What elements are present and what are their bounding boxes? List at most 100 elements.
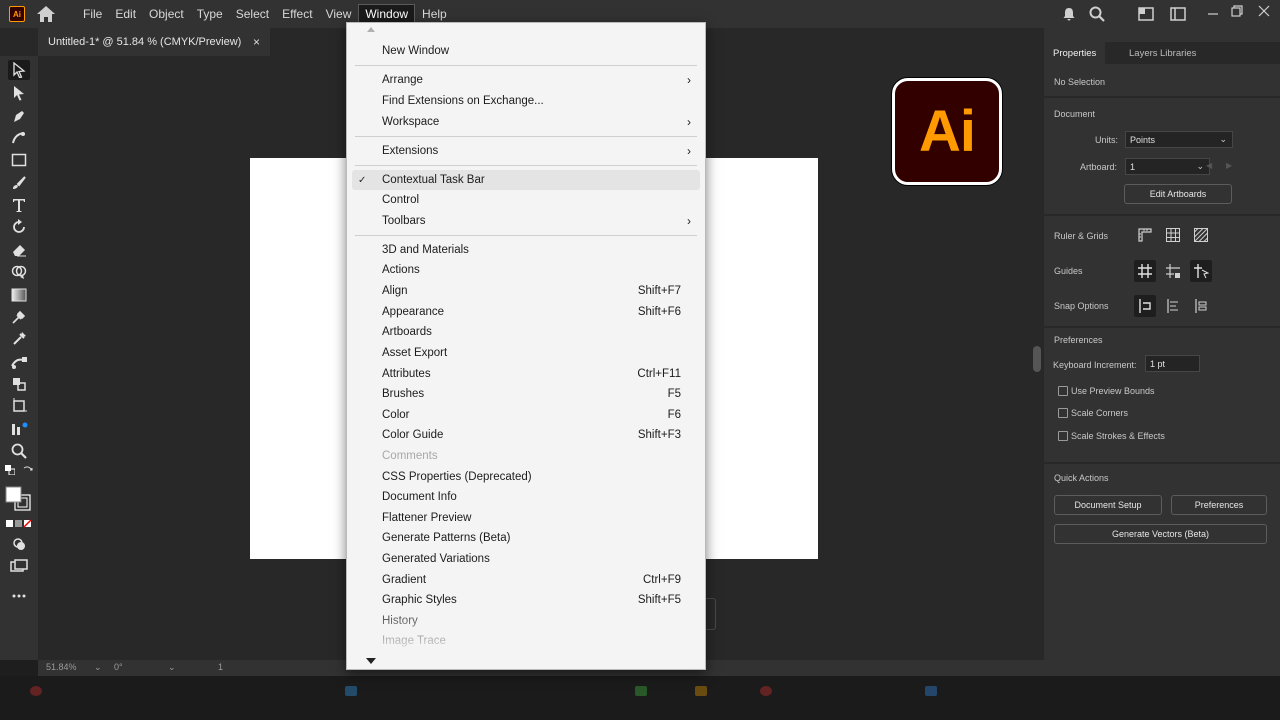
preferences-button[interactable]: Preferences bbox=[1171, 495, 1267, 515]
taskbar-app-icon[interactable] bbox=[345, 686, 357, 696]
menu-help[interactable]: Help bbox=[416, 5, 453, 23]
menu-effect[interactable]: Effect bbox=[276, 5, 318, 23]
smart-guides-icon[interactable] bbox=[1190, 260, 1212, 282]
search-icon[interactable] bbox=[1089, 6, 1105, 22]
units-dropdown[interactable]: Points ⌄ bbox=[1125, 131, 1233, 148]
menu-item-control[interactable]: Control bbox=[347, 190, 705, 210]
zoom-level[interactable]: 51.84% bbox=[46, 662, 77, 672]
menu-item-artboards[interactable]: Artboards bbox=[347, 322, 705, 342]
mesh-tool-icon[interactable] bbox=[8, 307, 30, 327]
scroll-down-icon[interactable] bbox=[366, 658, 376, 664]
curvature-tool-icon[interactable] bbox=[8, 128, 30, 148]
menu-item-generate-patterns-beta[interactable]: Generate Patterns (Beta) bbox=[347, 528, 705, 548]
tab-libraries[interactable]: Libraries bbox=[1151, 42, 1205, 64]
menu-item-arrange[interactable]: Arrange › bbox=[347, 70, 705, 90]
taskbar-app-icon[interactable] bbox=[695, 686, 707, 696]
direct-selection-tool-icon[interactable] bbox=[8, 83, 30, 103]
column-graph-tool-icon[interactable] bbox=[8, 419, 30, 439]
taskbar-app-icon[interactable] bbox=[635, 686, 647, 696]
rulers-icon[interactable] bbox=[1134, 224, 1156, 246]
arrange-documents-icon[interactable] bbox=[1138, 6, 1154, 22]
swap-colors-icon[interactable] bbox=[22, 464, 34, 476]
scale-strokes-checkbox[interactable] bbox=[1058, 431, 1068, 441]
menu-item-new-window[interactable]: New Window bbox=[347, 41, 705, 61]
lock-guides-icon[interactable] bbox=[1162, 260, 1184, 282]
document-tab[interactable]: Untitled-1* @ 51.84 % (CMYK/Preview) × bbox=[38, 28, 270, 56]
taskbar-app-icon[interactable] bbox=[925, 686, 937, 696]
menu-item-attributes[interactable]: Attributes Ctrl+F11 bbox=[347, 364, 705, 384]
snap-to-glyph-icon[interactable] bbox=[1162, 295, 1184, 317]
keyboard-increment-input[interactable]: 1 pt bbox=[1145, 355, 1200, 372]
paintbrush-tool-icon[interactable] bbox=[8, 173, 30, 193]
menu-item-brushes[interactable]: Brushes F5 bbox=[347, 384, 705, 404]
eyedropper-tool-icon[interactable] bbox=[8, 329, 30, 349]
snap-to-pixel-icon[interactable] bbox=[1190, 295, 1212, 317]
menu-item-css-properties-deprecated[interactable]: CSS Properties (Deprecated) bbox=[347, 467, 705, 487]
workspace-switcher-icon[interactable] bbox=[1170, 6, 1186, 22]
menu-item-color-guide[interactable]: Color Guide Shift+F3 bbox=[347, 425, 705, 445]
menu-item-flattener-preview[interactable]: Flattener Preview bbox=[347, 508, 705, 528]
scrollbar-thumb[interactable] bbox=[1033, 346, 1041, 372]
grid-icon[interactable] bbox=[1162, 224, 1184, 246]
symbol-sprayer-tool-icon[interactable] bbox=[8, 374, 30, 394]
close-tab-icon[interactable]: × bbox=[253, 35, 260, 49]
menu-item-asset-export[interactable]: Asset Export bbox=[347, 343, 705, 363]
menu-item-find-extensions-on-exchange[interactable]: Find Extensions on Exchange... bbox=[347, 91, 705, 111]
chevron-down-icon[interactable]: ⌄ bbox=[168, 662, 176, 673]
menu-item-appearance[interactable]: Appearance Shift+F6 bbox=[347, 302, 705, 322]
chevron-down-icon[interactable]: ⌄ bbox=[94, 662, 102, 673]
menu-select[interactable]: Select bbox=[230, 5, 275, 23]
previous-artboard-icon[interactable]: ◀ bbox=[1206, 161, 1212, 170]
pen-tool-icon[interactable] bbox=[8, 106, 30, 126]
color-mode-buttons[interactable] bbox=[5, 518, 33, 530]
menu-item-color[interactable]: Color F6 bbox=[347, 405, 705, 425]
rotate-tool-icon[interactable] bbox=[8, 217, 30, 237]
selection-tool-icon[interactable] bbox=[8, 60, 30, 80]
eraser-tool-icon[interactable] bbox=[8, 240, 30, 260]
artboard-dropdown[interactable]: 1 ⌄ bbox=[1125, 158, 1210, 175]
generate-vectors-button[interactable]: Generate Vectors (Beta) bbox=[1054, 524, 1267, 544]
default-colors-icon[interactable] bbox=[4, 464, 16, 476]
use-preview-bounds-checkbox[interactable] bbox=[1058, 386, 1068, 396]
document-setup-button[interactable]: Document Setup bbox=[1054, 495, 1162, 515]
transparency-grid-icon[interactable] bbox=[1190, 224, 1212, 246]
menu-item-contextual-task-bar[interactable]: ✓ Contextual Task Bar bbox=[352, 170, 700, 190]
show-guides-icon[interactable] bbox=[1134, 260, 1156, 282]
menu-file[interactable]: File bbox=[77, 5, 108, 23]
shape-builder-tool-icon[interactable] bbox=[8, 262, 30, 282]
menu-item-align[interactable]: Align Shift+F7 bbox=[347, 281, 705, 301]
taskbar-app-icon[interactable] bbox=[760, 686, 772, 696]
vertical-scrollbar[interactable] bbox=[1030, 56, 1044, 660]
home-icon[interactable] bbox=[36, 5, 56, 23]
bell-icon[interactable] bbox=[1061, 6, 1077, 22]
zoom-tool-icon[interactable] bbox=[8, 441, 30, 461]
menu-item-document-info[interactable]: Document Info bbox=[347, 487, 705, 507]
illustrator-app-icon[interactable]: Ai bbox=[9, 6, 25, 22]
menu-item-gradient[interactable]: Gradient Ctrl+F9 bbox=[347, 570, 705, 590]
type-tool-icon[interactable] bbox=[8, 195, 30, 215]
scale-corners-checkbox[interactable] bbox=[1058, 408, 1068, 418]
menu-edit[interactable]: Edit bbox=[109, 5, 142, 23]
edit-artboards-button[interactable]: Edit Artboards bbox=[1124, 184, 1232, 204]
rotate-view-value[interactable]: 0° bbox=[114, 662, 123, 672]
menu-item-3d-and-materials[interactable]: 3D and Materials bbox=[347, 240, 705, 260]
menu-view[interactable]: View bbox=[320, 5, 358, 23]
artboard-number[interactable]: 1 bbox=[218, 662, 223, 672]
blend-tool-icon[interactable] bbox=[8, 352, 30, 372]
screen-mode-icon[interactable] bbox=[8, 556, 30, 576]
menu-object[interactable]: Object bbox=[143, 5, 190, 23]
artboard-tool-icon[interactable] bbox=[8, 396, 30, 416]
taskbar-app-icon[interactable] bbox=[30, 686, 42, 696]
next-artboard-icon[interactable]: ▶ bbox=[1226, 161, 1232, 170]
gradient-tool-icon[interactable] bbox=[8, 285, 30, 305]
menu-item-actions[interactable]: Actions bbox=[347, 260, 705, 280]
menu-item-generated-variations[interactable]: Generated Variations bbox=[347, 549, 705, 569]
close-window-icon[interactable] bbox=[1256, 3, 1272, 19]
fill-stroke-swatch[interactable] bbox=[5, 486, 33, 512]
scroll-up-icon[interactable] bbox=[367, 27, 375, 32]
more-tools-icon[interactable] bbox=[8, 586, 30, 606]
menu-window[interactable]: Window bbox=[358, 4, 416, 24]
menu-type[interactable]: Type bbox=[191, 5, 229, 23]
menu-item-extensions[interactable]: Extensions › bbox=[347, 141, 705, 161]
menu-item-toolbars[interactable]: Toolbars › bbox=[347, 211, 705, 231]
